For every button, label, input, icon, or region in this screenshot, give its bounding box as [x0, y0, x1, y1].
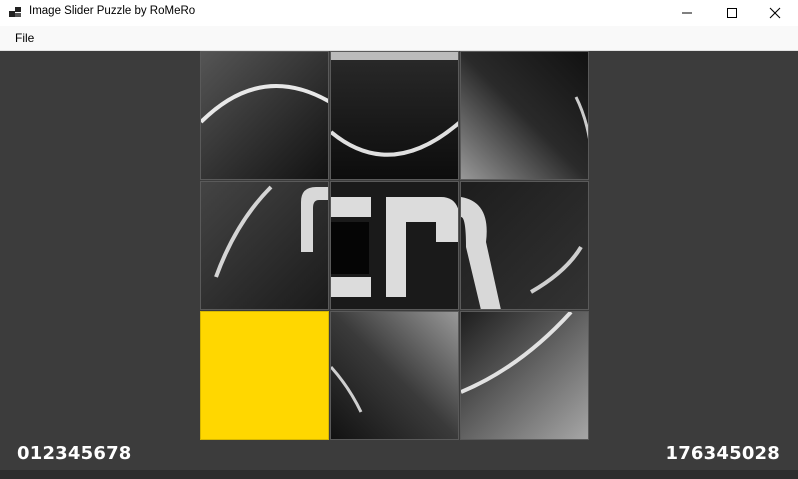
menu-file[interactable]: File	[15, 31, 34, 45]
puzzle-tile-4[interactable]	[200, 181, 329, 310]
window-title: Image Slider Puzzle by RoMeRo	[29, 5, 196, 17]
maximize-button[interactable]	[709, 0, 755, 26]
puzzle-tile-8[interactable]	[330, 311, 459, 440]
title-bar: Image Slider Puzzle by RoMeRo	[0, 0, 798, 26]
puzzle-tile-2[interactable]	[330, 51, 459, 180]
close-icon	[769, 7, 781, 19]
menu-bar: File	[0, 26, 798, 51]
app-icon	[9, 7, 21, 17]
puzzle-tile-5[interactable]	[330, 181, 459, 310]
minimize-button[interactable]	[664, 0, 710, 26]
puzzle-tile-6[interactable]	[460, 181, 589, 310]
current-sequence: 176345028	[665, 443, 780, 464]
puzzle-board	[200, 51, 590, 441]
puzzle-tile-1[interactable]	[200, 51, 329, 180]
puzzle-tile-3[interactable]	[460, 51, 589, 180]
minimize-icon	[682, 12, 692, 14]
puzzle-blank-tile[interactable]	[200, 311, 329, 440]
goal-sequence: 012345678	[17, 443, 132, 464]
maximize-icon	[727, 8, 737, 18]
puzzle-tile-9[interactable]	[460, 311, 589, 440]
background-strip	[0, 470, 798, 479]
close-button[interactable]	[752, 0, 798, 26]
